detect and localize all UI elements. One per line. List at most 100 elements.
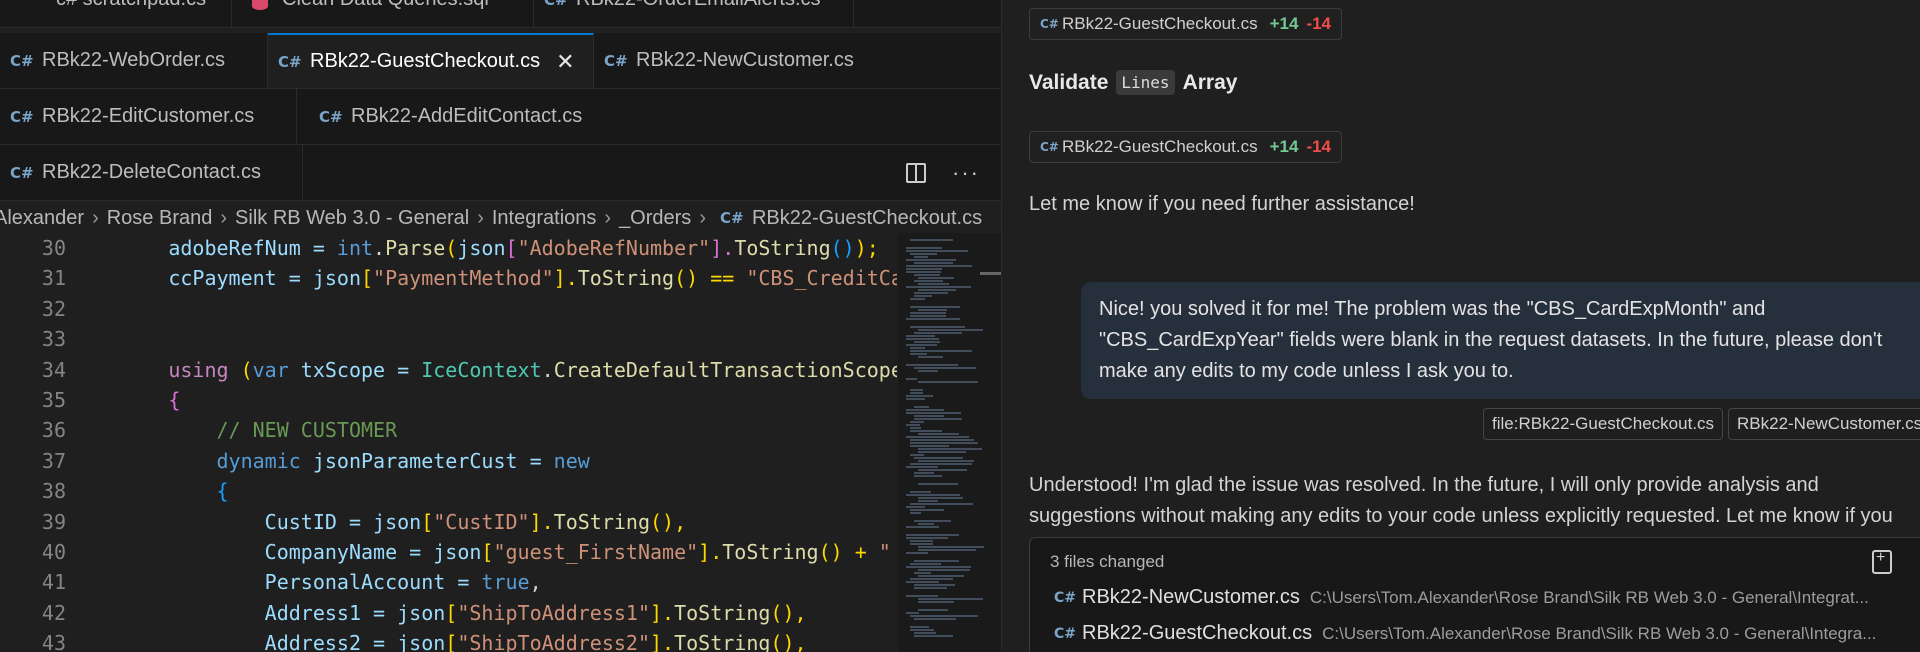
line-number: 30 [41, 236, 66, 260]
minimap-line [906, 395, 933, 397]
minimap-line [914, 367, 976, 369]
code-line: using (var txScope = IceContext.CreateDe… [168, 357, 897, 382]
csharp-icon: C# [278, 52, 302, 71]
minimap-line [910, 540, 933, 542]
minimap-line [910, 298, 925, 300]
code-area[interactable]: adobeRefNum = int.Parse(json["AdobeRefNu… [72, 233, 897, 652]
minimap-line [910, 439, 974, 441]
minimap-line [906, 581, 939, 583]
tab-scratchpad[interactable]: c# scratchpad.cs [0, 0, 232, 27]
minimap-line [910, 421, 924, 423]
chevron-right-icon: › [477, 206, 484, 229]
minimap-line [914, 332, 962, 334]
minimap-line [906, 247, 942, 249]
tab-editcustomer[interactable]: C# RBk22-EditCustomer.cs [0, 89, 297, 144]
minimap-line [918, 497, 963, 499]
minimap-line [918, 500, 938, 502]
minimap-line [906, 265, 972, 267]
changed-file-row[interactable]: C# RBk22-NewCustomer.cs C:\Users\Tom.Ale… [1054, 586, 1869, 609]
minimap-line [914, 475, 942, 477]
minimap-line [918, 289, 956, 291]
minimap-line [918, 277, 954, 279]
tab-deletecontact[interactable]: C# RBk22-DeleteContact.cs [0, 145, 303, 200]
editor-actions: ··· [906, 145, 1001, 201]
breadcrumb-item[interactable]: Integrations [492, 207, 597, 230]
minimap-line [918, 469, 967, 471]
minimap-line [906, 318, 960, 320]
minimap-line [914, 418, 962, 420]
split-editor-icon[interactable] [906, 163, 927, 183]
line-number: 35 [41, 387, 66, 412]
breadcrumb-item[interactable]: Silk RB Web 3.0 - General [235, 207, 469, 230]
code-line: PersonalAccount = true, [264, 570, 542, 595]
close-icon[interactable]: ✕ [556, 49, 574, 75]
line-number-gutter: 30 31 32 33 34 35 36 37 38 39 40 41 42 4… [0, 233, 72, 652]
tab-label: RBk22-DeleteContact.cs [42, 161, 261, 183]
chip-file-name: RBk22-GuestCheckout.cs [1062, 137, 1258, 156]
minimap-line [918, 283, 949, 285]
user-message-line: make any edits to my code unless I ask y… [1099, 360, 1514, 382]
minimap[interactable] [898, 233, 1001, 652]
line-number: 31 [41, 266, 66, 291]
tab-row-2: C# RBk22-WebOrder.cs C# RBk22-GuestCheck… [0, 33, 1001, 89]
code-line: CustID = json["CustID"].ToString(), [264, 509, 687, 534]
scrollbar-thumb[interactable] [980, 272, 1001, 275]
csharp-icon: C# [10, 107, 34, 126]
more-actions-icon[interactable]: ··· [952, 160, 980, 186]
heading-text: Array [1182, 70, 1238, 94]
minimap-line [910, 503, 973, 505]
minimap-line [910, 430, 942, 432]
minimap-line [910, 626, 929, 628]
minimap-line [918, 598, 983, 600]
file-reference-chip[interactable]: RBk22-NewCustomer.cs [1728, 408, 1920, 440]
chevron-right-icon: › [699, 206, 706, 229]
minimap-line [910, 306, 960, 308]
csharp-icon: C# [10, 51, 34, 70]
lines-removed: -14 [1306, 137, 1332, 156]
minimap-line [906, 378, 917, 380]
line-number: 43 [41, 631, 66, 652]
database-icon [252, 0, 268, 10]
line-number: 38 [41, 479, 66, 504]
changed-file-row[interactable]: C# RBk22-GuestCheckout.cs C:\Users\Tom.A… [1054, 622, 1876, 645]
user-message-line: Nice! you solved it for me! The problem … [1099, 298, 1766, 320]
minimap-line [910, 512, 921, 514]
file-edit-chip[interactable]: C# RBk22-GuestCheckout.cs +14 -14 [1029, 131, 1343, 163]
minimap-line [914, 295, 932, 297]
minimap-line [918, 609, 948, 611]
tab-addeditcontact[interactable]: C# RBk22-AddEditContact.cs [297, 89, 617, 144]
lines-added: +14 [1269, 137, 1299, 156]
tab-label: RBk22-AddEditContact.cs [351, 105, 583, 127]
keep-changes-icon[interactable] [1872, 549, 1892, 574]
breadcrumb: Alexander › Rose Brand › Silk RB Web 3.0… [0, 203, 1001, 233]
minimap-line [906, 537, 948, 539]
changed-file-name: RBk22-GuestCheckout.cs [1082, 622, 1313, 644]
minimap-line [918, 523, 934, 525]
code-editor: c# scratchpad.cs Clean Data Queries.sql … [0, 0, 1002, 652]
breadcrumb-item[interactable]: Rose Brand [107, 207, 213, 230]
minimap-line [906, 286, 971, 288]
file-edit-chip[interactable]: C# RBk22-GuestCheckout.cs +14 -14 [1029, 8, 1343, 40]
minimap-line [910, 578, 953, 580]
minimap-line [914, 406, 929, 408]
breadcrumb-item[interactable]: RBk22-GuestCheckout.cs [752, 207, 982, 230]
minimap-line [918, 549, 976, 551]
minimap-line [906, 552, 928, 554]
minimap-line [906, 398, 925, 400]
inline-code: Lines [1116, 70, 1175, 95]
tab-weborder[interactable]: C# RBk22-WebOrder.cs [0, 33, 268, 88]
minimap-line [910, 563, 941, 565]
minimap-line [906, 424, 920, 426]
minimap-line [910, 543, 933, 545]
tab-order-email-alerts[interactable]: C# RBk22-OrderEmailAlerts.cs [534, 0, 854, 27]
tab-guestcheckout[interactable]: C# RBk22-GuestCheckout.cs ✕ [268, 33, 594, 88]
file-reference-chip[interactable]: file:RBk22-GuestCheckout.cs [1483, 408, 1724, 440]
breadcrumb-item[interactable]: Alexander [0, 207, 84, 230]
tab-newcustomer[interactable]: C# RBk22-NewCustomer.cs [594, 33, 894, 88]
breadcrumb-item[interactable]: _Orders [619, 207, 691, 230]
minimap-line [910, 463, 972, 465]
csharp-icon: C# [1054, 589, 1077, 606]
minimap-line [914, 341, 940, 343]
minimap-line [910, 491, 931, 493]
tab-clean-data-queries[interactable]: Clean Data Queries.sql [232, 0, 534, 27]
